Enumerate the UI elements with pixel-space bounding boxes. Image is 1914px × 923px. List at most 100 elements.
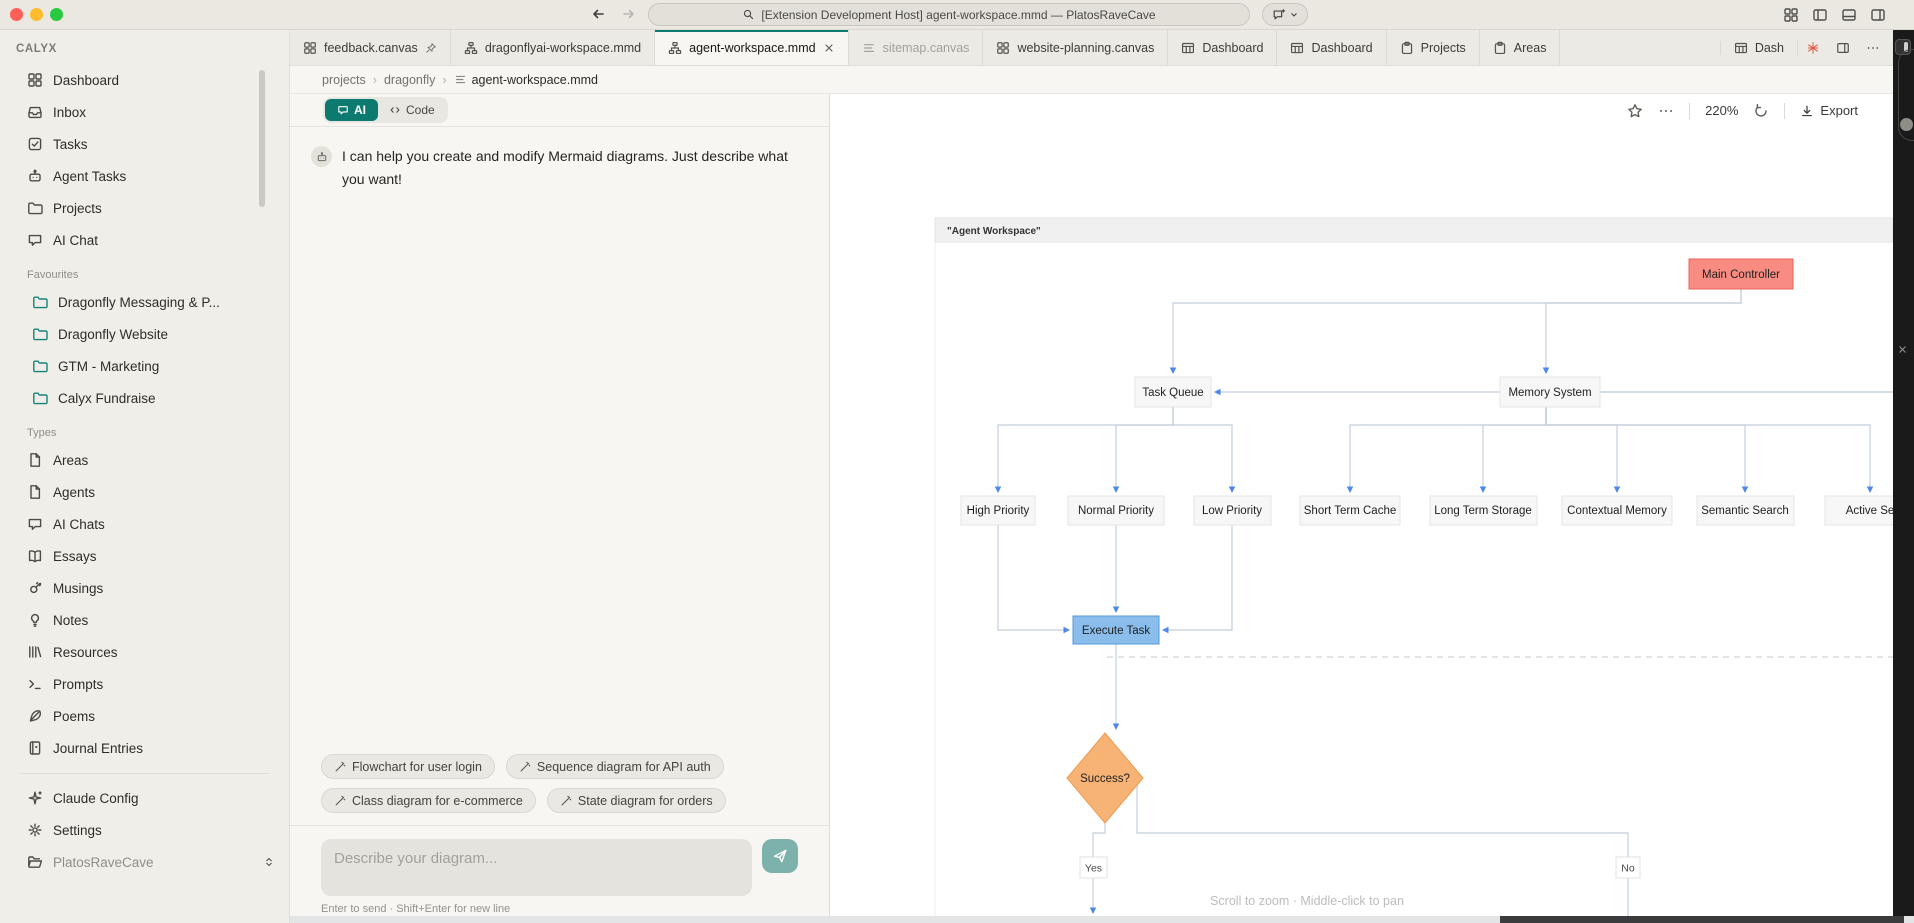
svg-text:Yes: Yes — [1085, 863, 1102, 875]
scrollbar-thumb[interactable] — [1500, 916, 1904, 923]
workspace-switcher[interactable]: PlatosRaveCave — [0, 846, 289, 878]
node-short-term-cache[interactable]: Short Term Cache — [1300, 496, 1400, 525]
apps-grid-icon[interactable] — [1783, 7, 1799, 23]
node-label: Semantic Search — [1701, 505, 1789, 517]
breadcrumb-projects[interactable]: projects — [322, 73, 366, 87]
send-button[interactable] — [762, 839, 798, 873]
sidebar-item-dashboard[interactable]: Dashboard — [0, 64, 289, 96]
tab-agent-workspace[interactable]: agent-workspace.mmd — [655, 30, 848, 65]
node-task-queue[interactable]: Task Queue — [1135, 377, 1211, 407]
ellipsis-icon — [1866, 41, 1880, 55]
sidebar-item-agents[interactable]: Agents — [0, 476, 289, 508]
sidebar-item-gtm-marketing[interactable]: GTM - Marketing — [0, 350, 289, 382]
close-icon — [1897, 344, 1908, 355]
close-icon[interactable] — [823, 42, 835, 54]
node-long-term-storage[interactable]: Long Term Storage — [1430, 496, 1537, 525]
sidebar-item-areas[interactable]: Areas — [0, 444, 289, 476]
tab-website-planning[interactable]: website-planning.canvas — [983, 30, 1168, 65]
sidebar-item-journal-entries[interactable]: Journal Entries — [0, 732, 289, 764]
sidebar-item-resources[interactable]: Resources — [0, 636, 289, 668]
sidebar-item-notes[interactable]: Notes — [0, 604, 289, 636]
node-low-priority[interactable]: Low Priority — [1194, 496, 1271, 525]
tab-dashboard-1[interactable]: Dashboard — [1168, 30, 1277, 65]
new-chat-button[interactable] — [1262, 3, 1308, 26]
close-window-button[interactable] — [10, 8, 23, 21]
node-contextual-memory[interactable]: Contextual Memory — [1562, 496, 1672, 525]
export-button[interactable]: Export — [1800, 103, 1858, 118]
split-panel-button[interactable] — [1828, 30, 1858, 65]
panel-close-button[interactable] — [1897, 342, 1908, 360]
chat-input[interactable] — [321, 839, 752, 896]
suggestion-flowchart[interactable]: Flowchart for user login — [321, 754, 495, 779]
favourite-star-icon[interactable] — [1627, 103, 1643, 119]
breadcrumb-dragonfly[interactable]: dragonfly — [384, 73, 435, 87]
sidebar-item-calyx-fundraise[interactable]: Calyx Fundraise — [0, 382, 289, 414]
sidebar-item-dragonfly-website[interactable]: Dragonfly Website — [0, 318, 289, 350]
sidebar-item-agent-tasks[interactable]: Agent Tasks — [0, 160, 289, 192]
node-main-controller[interactable]: Main Controller — [1689, 259, 1793, 289]
sidebar-item-label: Prompts — [53, 677, 103, 692]
asterisk-badge-icon[interactable] — [1798, 30, 1828, 65]
sidebar-item-musings[interactable]: Musings — [0, 572, 289, 604]
tab-label: website-planning.canvas — [1017, 41, 1154, 55]
suggestion-sequence[interactable]: Sequence diagram for API auth — [506, 754, 724, 779]
editor-tabbar: feedback.canvas dragonflyai-workspace.mm… — [290, 30, 1914, 66]
tasks-icon — [27, 136, 43, 152]
sidebar-item-prompts[interactable]: Prompts — [0, 668, 289, 700]
sidebar-item-claude-config[interactable]: Claude Config — [0, 782, 289, 814]
suggestion-class[interactable]: Class diagram for e-commerce — [321, 788, 536, 813]
sidebar-item-tasks[interactable]: Tasks — [0, 128, 289, 160]
tab-sitemap-canvas[interactable]: sitemap.canvas — [849, 30, 984, 65]
back-icon[interactable] — [590, 6, 608, 24]
address-bar[interactable]: [Extension Development Host] agent-works… — [648, 3, 1250, 26]
code-icon — [389, 104, 401, 116]
panel-right-toggle-icon[interactable] — [1870, 7, 1886, 23]
sidebar-item-dragonfly-messaging[interactable]: Dragonfly Messaging & P... — [0, 286, 289, 318]
tab-overflow-menu[interactable] — [1858, 30, 1888, 65]
tab-code[interactable]: Code — [378, 99, 446, 121]
sidebar-item-ai-chat[interactable]: AI Chat — [0, 224, 289, 256]
sidebar-item-ai-chats[interactable]: AI Chats — [0, 508, 289, 540]
tab-projects[interactable]: Projects — [1387, 30, 1480, 65]
more-options-icon[interactable] — [1658, 103, 1674, 119]
tab-areas[interactable]: Areas — [1480, 30, 1561, 65]
suggestion-state[interactable]: State diagram for orders — [547, 788, 726, 813]
node-normal-priority[interactable]: Normal Priority — [1068, 496, 1164, 525]
folder-icon — [32, 358, 48, 374]
folder-icon — [27, 200, 43, 216]
node-active-session[interactable]: Active Se — [1825, 496, 1893, 525]
tab-dash-truncated[interactable]: Dash — [1720, 41, 1798, 55]
types-header: Types — [0, 427, 289, 439]
node-execute-task[interactable]: Execute Task — [1073, 616, 1159, 644]
sidebar-item-projects[interactable]: Projects — [0, 192, 289, 224]
node-semantic-search[interactable]: Semantic Search — [1697, 496, 1794, 525]
panel-bottom-toggle-icon[interactable] — [1841, 7, 1857, 23]
node-label: Contextual Memory — [1567, 505, 1667, 517]
sidebar-item-settings[interactable]: Settings — [0, 814, 289, 846]
sidebar-scrollbar[interactable] — [259, 70, 265, 207]
tab-ai[interactable]: AI — [325, 99, 378, 121]
reset-view-icon[interactable] — [1753, 103, 1769, 119]
clipboard-icon — [1400, 41, 1414, 55]
tab-dragonflyai-workspace[interactable]: dragonflyai-workspace.mmd — [451, 30, 655, 65]
panel-left-toggle-icon[interactable] — [1812, 7, 1828, 23]
forward-icon[interactable] — [621, 6, 639, 24]
sidebar-item-inbox[interactable]: Inbox — [0, 96, 289, 128]
diagram-canvas[interactable]: 220% Export "Agent Workspace" — [830, 94, 1914, 923]
node-memory-system[interactable]: Memory System — [1500, 377, 1600, 407]
pin-icon — [425, 42, 437, 54]
sidebar-item-poems[interactable]: Poems — [0, 700, 289, 732]
sidebar-item-essays[interactable]: Essays — [0, 540, 289, 572]
chip-label: State diagram for orders — [578, 794, 713, 808]
node-label: Task Queue — [1142, 387, 1203, 399]
tab-dashboard-2[interactable]: Dashboard — [1277, 30, 1386, 65]
zoom-window-button[interactable] — [50, 8, 63, 21]
minimize-window-button[interactable] — [30, 8, 43, 21]
horizontal-scrollbar[interactable] — [290, 916, 1914, 923]
breadcrumb-file[interactable]: agent-workspace.mmd — [454, 73, 598, 87]
node-success-decision[interactable]: Success? — [1067, 733, 1143, 823]
node-high-priority[interactable]: High Priority — [961, 496, 1035, 525]
sidebar-item-label: Dashboard — [53, 73, 119, 88]
tab-feedback-canvas[interactable]: feedback.canvas — [290, 30, 451, 65]
tab-label: feedback.canvas — [324, 41, 418, 55]
